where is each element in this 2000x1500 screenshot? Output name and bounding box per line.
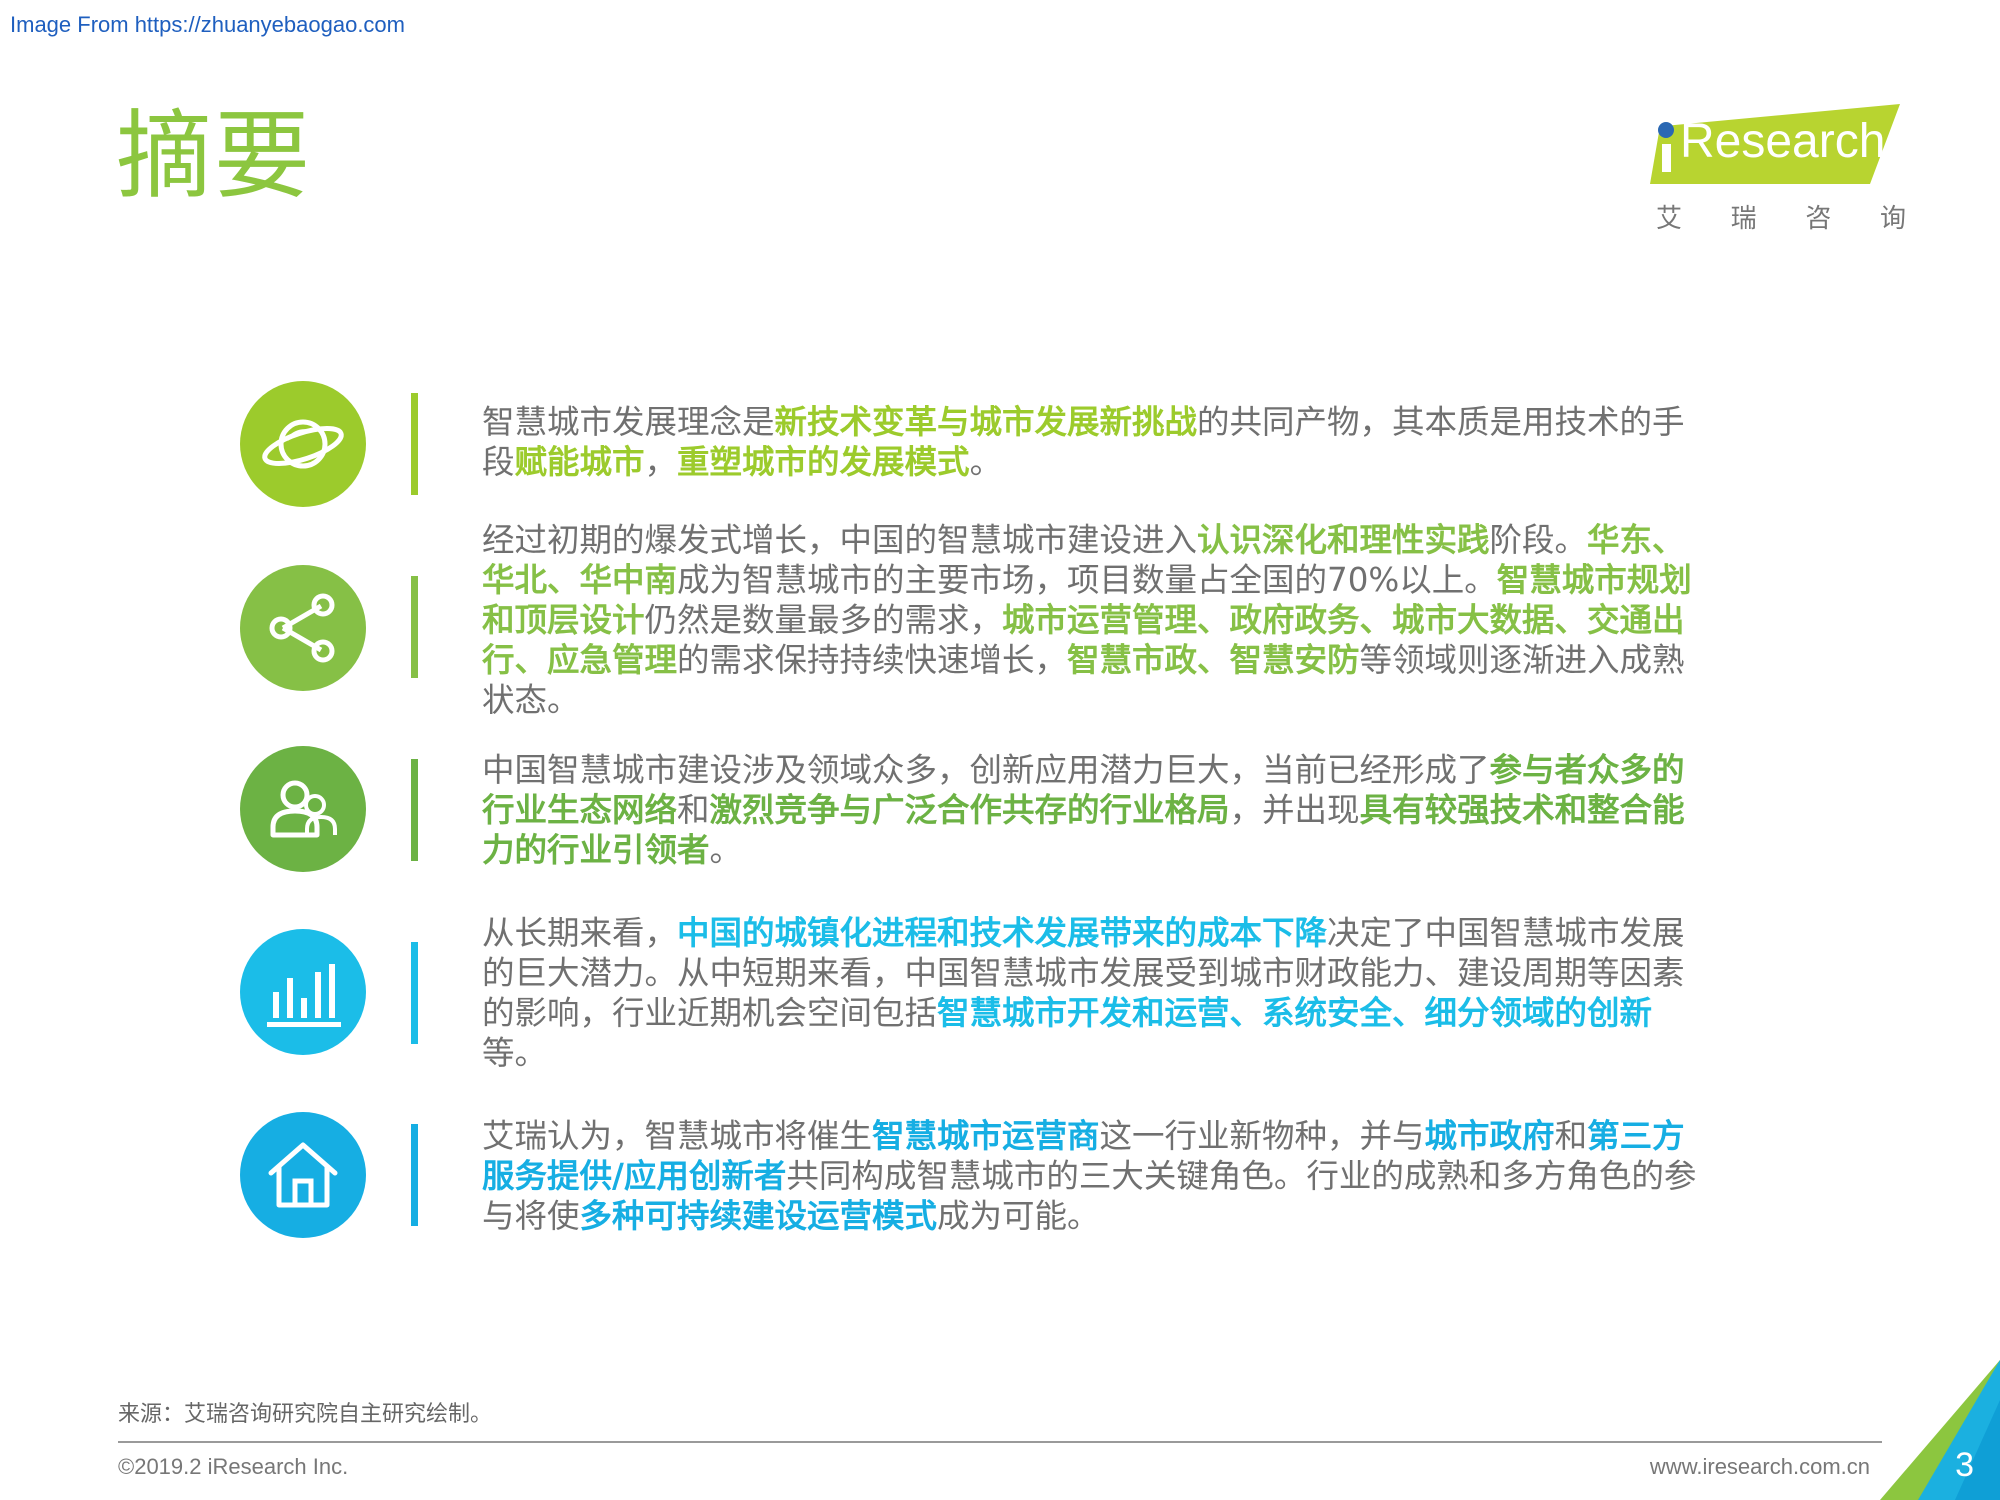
summary-text: 经过初期的爆发式增长，中国的智慧城市建设进入认识深化和理性实践阶段。华东、华北、… [482,520,1702,720]
bar-chart-icon [267,964,341,1027]
highlight-text: 智慧城市运营商 [872,1117,1100,1155]
highlight-text: 激烈竞争与广泛合作共存的行业格局 [709,791,1230,829]
body-text: 成为智慧城市的主要市场，项目数量占全国的70%以上。 [677,561,1497,599]
body-text: ， [644,443,678,481]
body-text: 等。 [482,1034,548,1072]
divider-bar [411,393,418,495]
body-text: ，并出现 [1229,791,1360,829]
highlight-text: 新技术变革与城市发展新挑战 [774,403,1198,441]
page-number: 3 [1955,1446,1974,1484]
body-text: 艾瑞认为，智慧城市将催生 [482,1117,873,1155]
divider-bar [411,759,418,861]
highlight-text: 智慧市政、智慧安防 [1067,641,1360,679]
summary-list: 智慧城市发展理念是新技术变革与城市发展新挑战的共同产物，其本质是用技术的手段赋能… [0,0,2000,1500]
body-text: 。 [709,831,743,869]
body-text: 和 [677,791,710,829]
icon-circle [240,381,366,507]
copyright-text: ©2019.2 iResearch Inc. [118,1454,349,1479]
body-text: 阶段。 [1489,521,1588,559]
footer-divider [118,1441,1882,1443]
share-icon [269,593,335,663]
summary-text: 中国智慧城市建设涉及领域众多，创新应用潜力巨大，当前已经形成了参与者众多的行业生… [482,750,1702,870]
body-text: 。 [969,443,1003,481]
house-icon [268,1142,338,1208]
highlight-text: 重塑城市的发展模式 [677,443,970,481]
summary-text: 从长期来看，中国的城镇化进程和技术发展带来的成本下降决定了中国智慧城市发展的巨大… [482,913,1702,1073]
highlight-text: 城市政府 [1424,1117,1555,1155]
highlight-text: 中国的城镇化进程和技术发展带来的成本下降 [677,914,1328,952]
body-text: 从长期来看， [482,914,678,952]
summary-text: 智慧城市发展理念是新技术变革与城市发展新挑战的共同产物，其本质是用技术的手段赋能… [482,402,1702,482]
body-text: 成为可能。 [937,1197,1100,1235]
corner-decoration [1880,1360,2000,1500]
body-text: 的需求保持持续快速增长， [677,641,1068,679]
icon-circle [240,1112,366,1238]
body-text: 经过初期的爆发式增长，中国的智慧城市建设进入 [482,521,1198,559]
highlight-text: 赋能城市 [514,443,645,481]
summary-text: 艾瑞认为，智慧城市将催生智慧城市运营商这一行业新物种，并与城市政府和第三方服务提… [482,1116,1702,1236]
icon-circle [240,746,366,872]
people-icon [270,780,337,838]
planet-icon [262,419,344,469]
body-text: 这一行业新物种，并与 [1099,1117,1425,1155]
icon-circle [240,565,366,691]
body-text: 中国智慧城市建设涉及领域众多，创新应用潜力巨大，当前已经形成了 [482,751,1490,789]
body-text: 仍然是数量最多的需求， [644,601,1003,639]
highlight-text: 多种可持续建设运营模式 [579,1197,938,1235]
divider-bar [411,942,418,1044]
icon-circle [240,929,366,1055]
divider-bar [411,576,418,678]
highlight-text: 认识深化和理性实践 [1197,521,1490,559]
body-text: 和 [1554,1117,1588,1155]
source-note: 来源：艾瑞咨询研究院自主研究绘制。 [118,1402,493,1427]
body-text: 智慧城市发展理念是 [482,403,775,441]
highlight-text: 智慧城市开发和运营、系统安全、细分领域的创新 [937,994,1653,1032]
website-text: www.iresearch.com.cn [1649,1454,1870,1479]
divider-bar [411,1124,418,1226]
